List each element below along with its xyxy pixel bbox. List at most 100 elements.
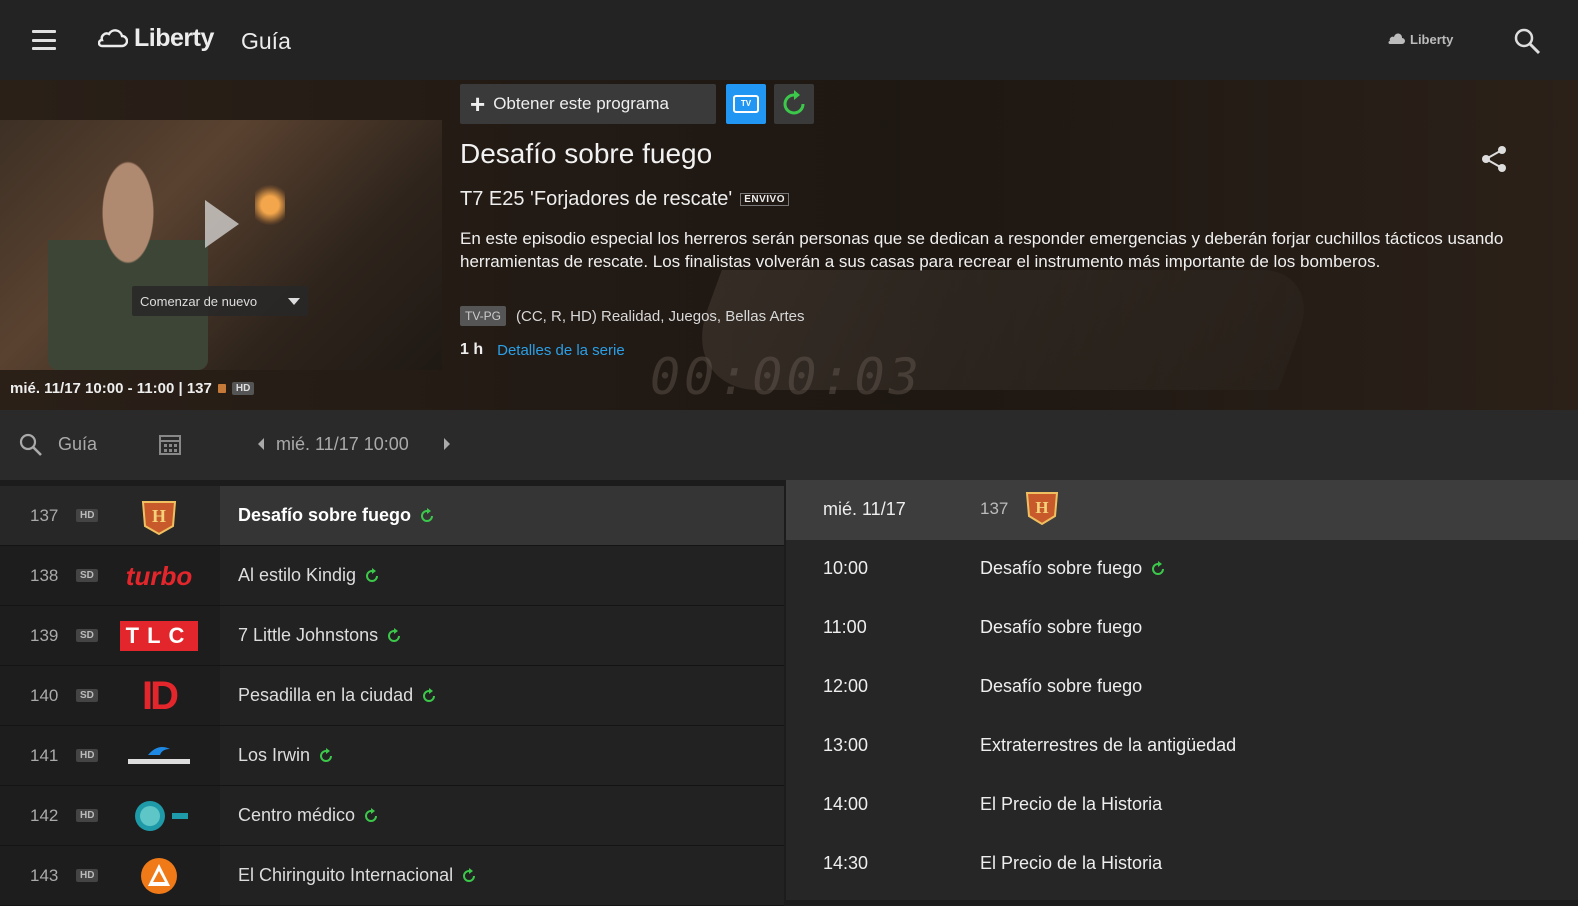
rating-badge: TV-PG <box>460 306 507 326</box>
quality-badge: SD <box>76 629 98 642</box>
channel-row[interactable]: 142 HD Centro médico <box>0 786 784 846</box>
airing-text: mié. 11/17 10:00 - 11:00 | 137 <box>10 380 212 397</box>
episode-info: T7 E25 'Forjadores de rescate' ENVIVO <box>460 188 790 211</box>
animal-planet-logo <box>124 736 194 776</box>
history-logo: H <box>124 496 194 536</box>
schedule-title: Desafío sobre fuego <box>980 558 1166 579</box>
calendar-icon[interactable] <box>158 432 182 456</box>
quality-badge: HD <box>76 509 99 522</box>
history-logo: H <box>1025 492 1059 526</box>
schedule-item[interactable]: 14:30 El Precio de la Historia <box>786 835 1578 893</box>
channel-number: 140 <box>30 686 59 705</box>
schedule-time: 14:30 <box>823 853 869 873</box>
preview-figure <box>48 160 208 370</box>
schedule-time: 13:00 <box>823 735 869 755</box>
schedule-title: Desafío sobre fuego <box>980 617 1143 637</box>
airing-info: mié. 11/17 10:00 - 11:00 | 137 HD <box>10 380 255 397</box>
quality-badge: HD <box>76 869 99 882</box>
svg-text:H: H <box>1035 498 1048 517</box>
brand-name: Liberty <box>134 24 214 52</box>
program-duration: 1 h <box>460 341 484 358</box>
lock-icon <box>217 384 226 393</box>
video-preview[interactable]: Comenzar de nuevo <box>0 120 442 370</box>
channel-row[interactable]: 139 SD TLC 7 Little Johnstons <box>0 606 784 666</box>
channel-number: 141 <box>30 746 59 765</box>
channel-number: 142 <box>30 806 59 825</box>
schedule-title: Extraterrestres de la antigüedad <box>980 735 1237 755</box>
tv-icon: TV <box>733 95 759 113</box>
liberty-small-cloud-icon <box>1388 32 1405 44</box>
recording-icon <box>366 567 379 582</box>
quality-badge: SD <box>76 569 98 582</box>
id-logo: ID <box>124 674 194 718</box>
search-icon[interactable] <box>1512 26 1542 56</box>
channel-schedule: mié. 11/17 137 H 10:00 Desafío sobre fue… <box>786 480 1578 900</box>
program-title-text: Pesadilla en la ciudad <box>238 685 414 705</box>
next-time-icon[interactable] <box>444 438 450 450</box>
schedule-date: mié. 11/17 <box>823 499 906 519</box>
guide-search-icon[interactable] <box>18 432 44 458</box>
airing-quality-badge: HD <box>231 382 255 395</box>
turbo-logo: turbo <box>124 556 194 596</box>
channel-row[interactable]: 137 HD H Desafío sobre fuego <box>0 486 784 546</box>
program-title-text: Centro médico <box>238 805 356 825</box>
schedule-time: 10:00 <box>823 558 869 578</box>
episode-title: T7 E25 'Forjadores de rescate' <box>460 188 733 210</box>
schedule-item[interactable]: 12:00 Desafío sobre fuego <box>786 658 1578 716</box>
program-title: 7 Little Johnstons <box>238 625 402 646</box>
recording-icon <box>463 867 476 882</box>
channel-number: 138 <box>30 566 59 585</box>
schedule-time: 11:00 <box>823 617 867 637</box>
schedule-time: 12:00 <box>823 676 869 696</box>
channel-number: 137 <box>30 506 59 525</box>
schedule-title-text: Desafío sobre fuego <box>980 558 1143 578</box>
recording-icon <box>421 507 434 522</box>
discovery-home-health-logo <box>124 796 194 836</box>
menu-icon[interactable] <box>32 30 56 50</box>
duration-row: 1 h Detalles de la serie <box>460 341 625 359</box>
program-title: Pesadilla en la ciudad <box>238 685 437 706</box>
play-icon[interactable] <box>205 200 239 248</box>
schedule-header: mié. 11/17 137 H <box>786 480 1578 540</box>
guide-date[interactable]: mié. 11/17 10:00 <box>276 434 409 455</box>
schedule-item[interactable]: 11:00 Desafío sobre fuego <box>786 599 1578 657</box>
program-title: Al estilo Kindig <box>238 565 380 586</box>
program-description: En este episodio especial los herreros s… <box>460 229 1504 271</box>
channel-number: 143 <box>30 866 59 885</box>
guide-label[interactable]: Guía <box>58 434 97 455</box>
channel-number: 139 <box>30 626 59 645</box>
schedule-item[interactable]: 10:00 Desafío sobre fuego <box>786 540 1578 598</box>
program-genres: (CC, R, HD) Realidad, Juegos, Bellas Art… <box>516 307 805 325</box>
live-tag: ENVIVO <box>740 193 790 206</box>
schedule-channel-number: 137 <box>980 499 1009 518</box>
guide-toolbar: Guía mié. 11/17 10:00 <box>0 410 1578 480</box>
channel-list: 137 HD H Desafío sobre fuego 138 SD turb… <box>0 486 784 906</box>
schedule-item[interactable]: 14:00 El Precio de la Historia <box>786 776 1578 834</box>
liberty-small-logo: Liberty <box>1388 32 1453 47</box>
record-button[interactable] <box>774 84 814 124</box>
preview-light <box>255 180 285 230</box>
series-details-link[interactable]: Detalles de la serie <box>497 342 625 359</box>
channel-row[interactable]: 141 HD Los Irwin <box>0 726 784 786</box>
restart-dropdown[interactable]: Comenzar de nuevo <box>132 286 308 316</box>
show-title: Desafío sobre fuego <box>460 138 713 169</box>
previous-time-icon[interactable] <box>258 438 264 450</box>
program-title: Los Irwin <box>238 745 334 766</box>
share-icon[interactable] <box>1480 144 1508 174</box>
recording-icon <box>320 747 333 762</box>
top-bar: Liberty Guía Liberty <box>0 0 1578 80</box>
turbo-logo-text: turbo <box>125 560 193 591</box>
watch-tv-button[interactable]: TV <box>726 84 766 124</box>
schedule-item[interactable]: 13:00 Extraterrestres de la antigüedad <box>786 717 1578 775</box>
small-brand-name: Liberty <box>1410 32 1454 47</box>
channel-row[interactable]: 140 SD ID Pesadilla en la ciudad <box>0 666 784 726</box>
channel-row[interactable]: 143 HD El Chiringuito Internacional <box>0 846 784 906</box>
program-title-text: 7 Little Johnstons <box>238 625 379 645</box>
get-program-button[interactable]: + Obtener este programa <box>460 84 716 124</box>
channel-row[interactable]: 138 SD turbo Al estilo Kindig <box>0 546 784 606</box>
program-title-text: Al estilo Kindig <box>238 565 357 585</box>
page-title: Guía <box>241 28 291 54</box>
quality-badge: HD <box>76 809 99 822</box>
hero-background-timer: 00:00:03 <box>650 348 923 406</box>
liberty-logo[interactable]: Liberty <box>98 24 214 53</box>
